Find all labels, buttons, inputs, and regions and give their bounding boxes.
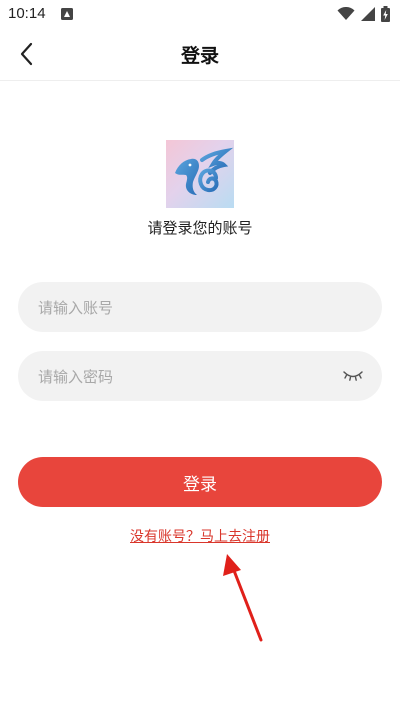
account-input-container — [18, 282, 382, 334]
password-visibility-toggle[interactable] — [340, 366, 366, 386]
password-input-container — [18, 351, 382, 403]
annotation-arrow-icon — [223, 554, 263, 642]
wifi-icon — [337, 7, 355, 20]
password-input[interactable] — [36, 351, 340, 403]
page-title: 登录 — [180, 45, 219, 67]
register-link[interactable]: 没有账号？马上去注册 — [0, 526, 400, 546]
battery-charging-icon — [381, 6, 390, 22]
account-input[interactable] — [36, 282, 340, 334]
status-bar: 10:14 — [0, 0, 400, 28]
eye-closed-icon — [343, 371, 363, 381]
app-logo — [166, 140, 234, 208]
notification-icon — [61, 8, 73, 20]
status-icons — [337, 6, 390, 22]
status-time: 10:14 — [8, 5, 46, 22]
header-bar: 登录 — [0, 28, 400, 81]
login-prompt: 请登录您的账号 — [147, 219, 253, 237]
signal-icon — [361, 7, 375, 21]
login-button[interactable]: 登录 — [18, 457, 382, 507]
